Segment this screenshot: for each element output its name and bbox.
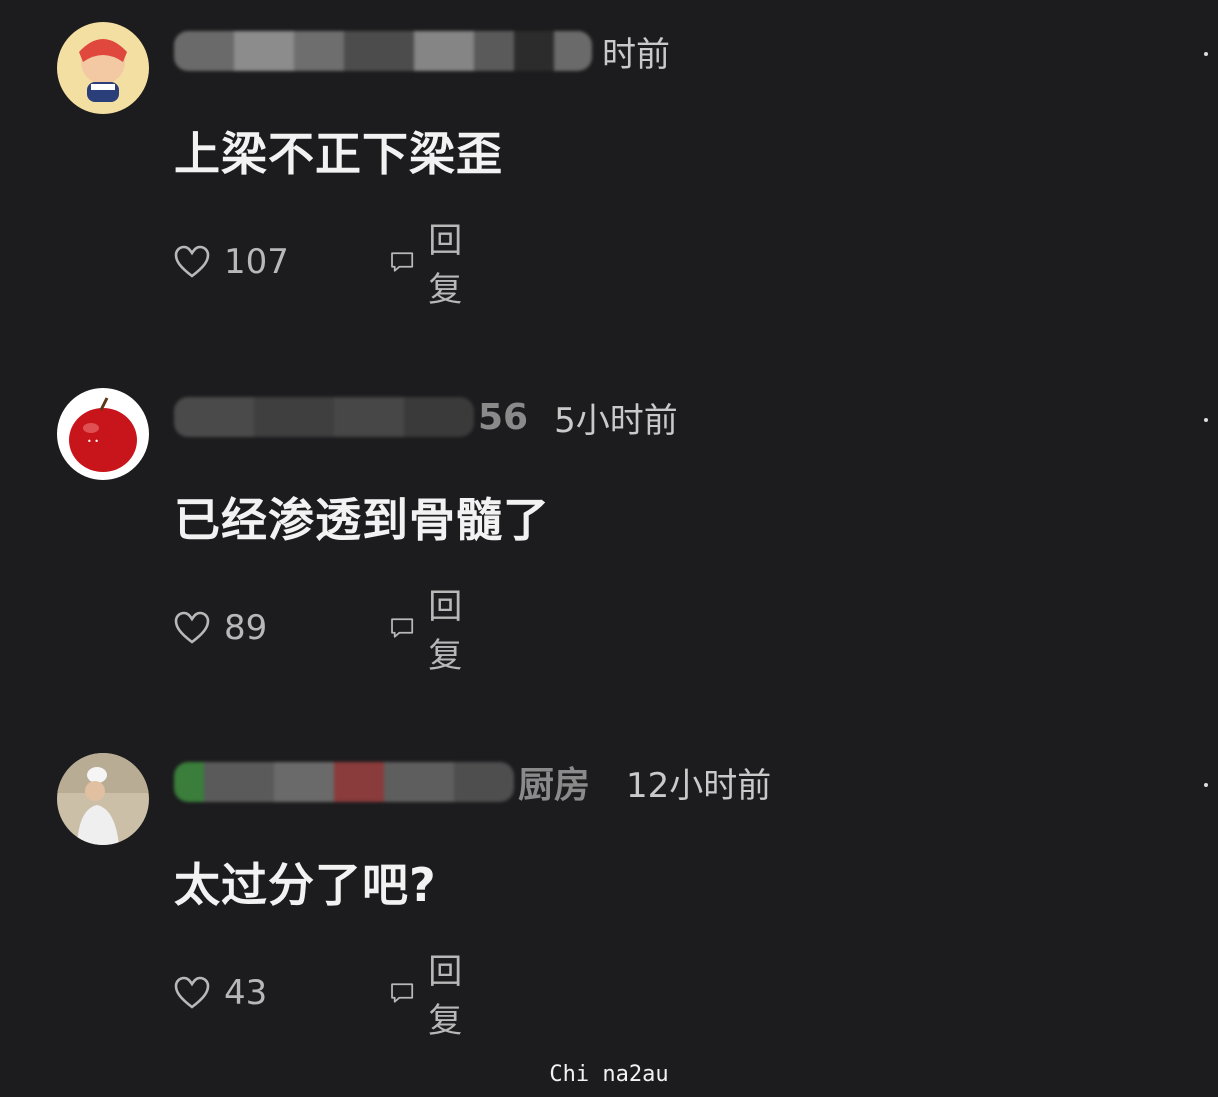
reply-button[interactable]: 回复 (390, 579, 474, 677)
user-avatar[interactable]: • • (57, 388, 149, 480)
more-options-icon[interactable] (1204, 418, 1208, 422)
heart-icon (174, 245, 210, 278)
comment-bubble-icon (391, 983, 414, 1003)
more-options-icon[interactable] (1204, 783, 1208, 787)
comment-item: • • 56 5小时前 已经渗透到骨髓了 89 回复 (0, 366, 1218, 732)
comment-actions: 43 回复 (174, 952, 462, 1041)
user-avatar[interactable] (57, 753, 149, 845)
person-avatar-icon (57, 753, 149, 845)
more-options-icon[interactable] (1204, 52, 1208, 56)
comment-header: 56 5小时前 (174, 392, 678, 442)
reply-button[interactable]: 回复 (390, 213, 474, 311)
comment-actions: 107 回复 (174, 221, 462, 310)
comment-bubble-icon (391, 618, 414, 638)
comment-header: 厨房 12小时前 (174, 757, 771, 807)
comment-text: 上梁不正下梁歪 (174, 127, 503, 181)
comment-text: 已经渗透到骨髓了 (174, 493, 550, 547)
reply-label: 回复 (428, 952, 463, 1041)
reply-label: 回复 (428, 221, 463, 310)
username-blurred (174, 397, 474, 437)
comment-time: 5小时前 (554, 400, 678, 441)
watermark-text: Chi na2au (549, 1062, 669, 1087)
like-button[interactable]: 43 (174, 973, 267, 1013)
comment-text: 太过分了吧? (174, 858, 437, 912)
like-count: 107 (224, 242, 289, 282)
heart-icon (174, 976, 210, 1009)
cartoon-avatar-icon (57, 22, 149, 114)
apple-avatar-icon: • • (57, 388, 149, 480)
reply-label: 回复 (428, 587, 463, 676)
like-button[interactable]: 107 (174, 242, 289, 282)
username-partial: 厨房 (518, 765, 591, 806)
username-blurred (174, 762, 514, 802)
comment-bubble-icon (391, 252, 414, 272)
like-button[interactable]: 89 (174, 608, 267, 648)
comment-time: 12小时前 (626, 765, 772, 806)
like-count: 43 (224, 973, 268, 1013)
comment-time: 时前 (602, 34, 670, 75)
comment-item: 时前 上梁不正下梁歪 107 回复 (0, 0, 1218, 366)
comment-actions: 89 回复 (174, 587, 462, 676)
like-count: 89 (224, 608, 268, 648)
svg-text:• •: • • (87, 437, 99, 446)
user-avatar[interactable] (57, 22, 149, 114)
reply-button[interactable]: 回复 (390, 944, 474, 1042)
username-blurred (174, 31, 592, 71)
username-partial: 56 (478, 396, 529, 438)
heart-icon (174, 611, 210, 644)
comment-header: 时前 (174, 26, 670, 76)
comment-item: 厨房 12小时前 太过分了吧? 43 回复 (0, 731, 1218, 1097)
